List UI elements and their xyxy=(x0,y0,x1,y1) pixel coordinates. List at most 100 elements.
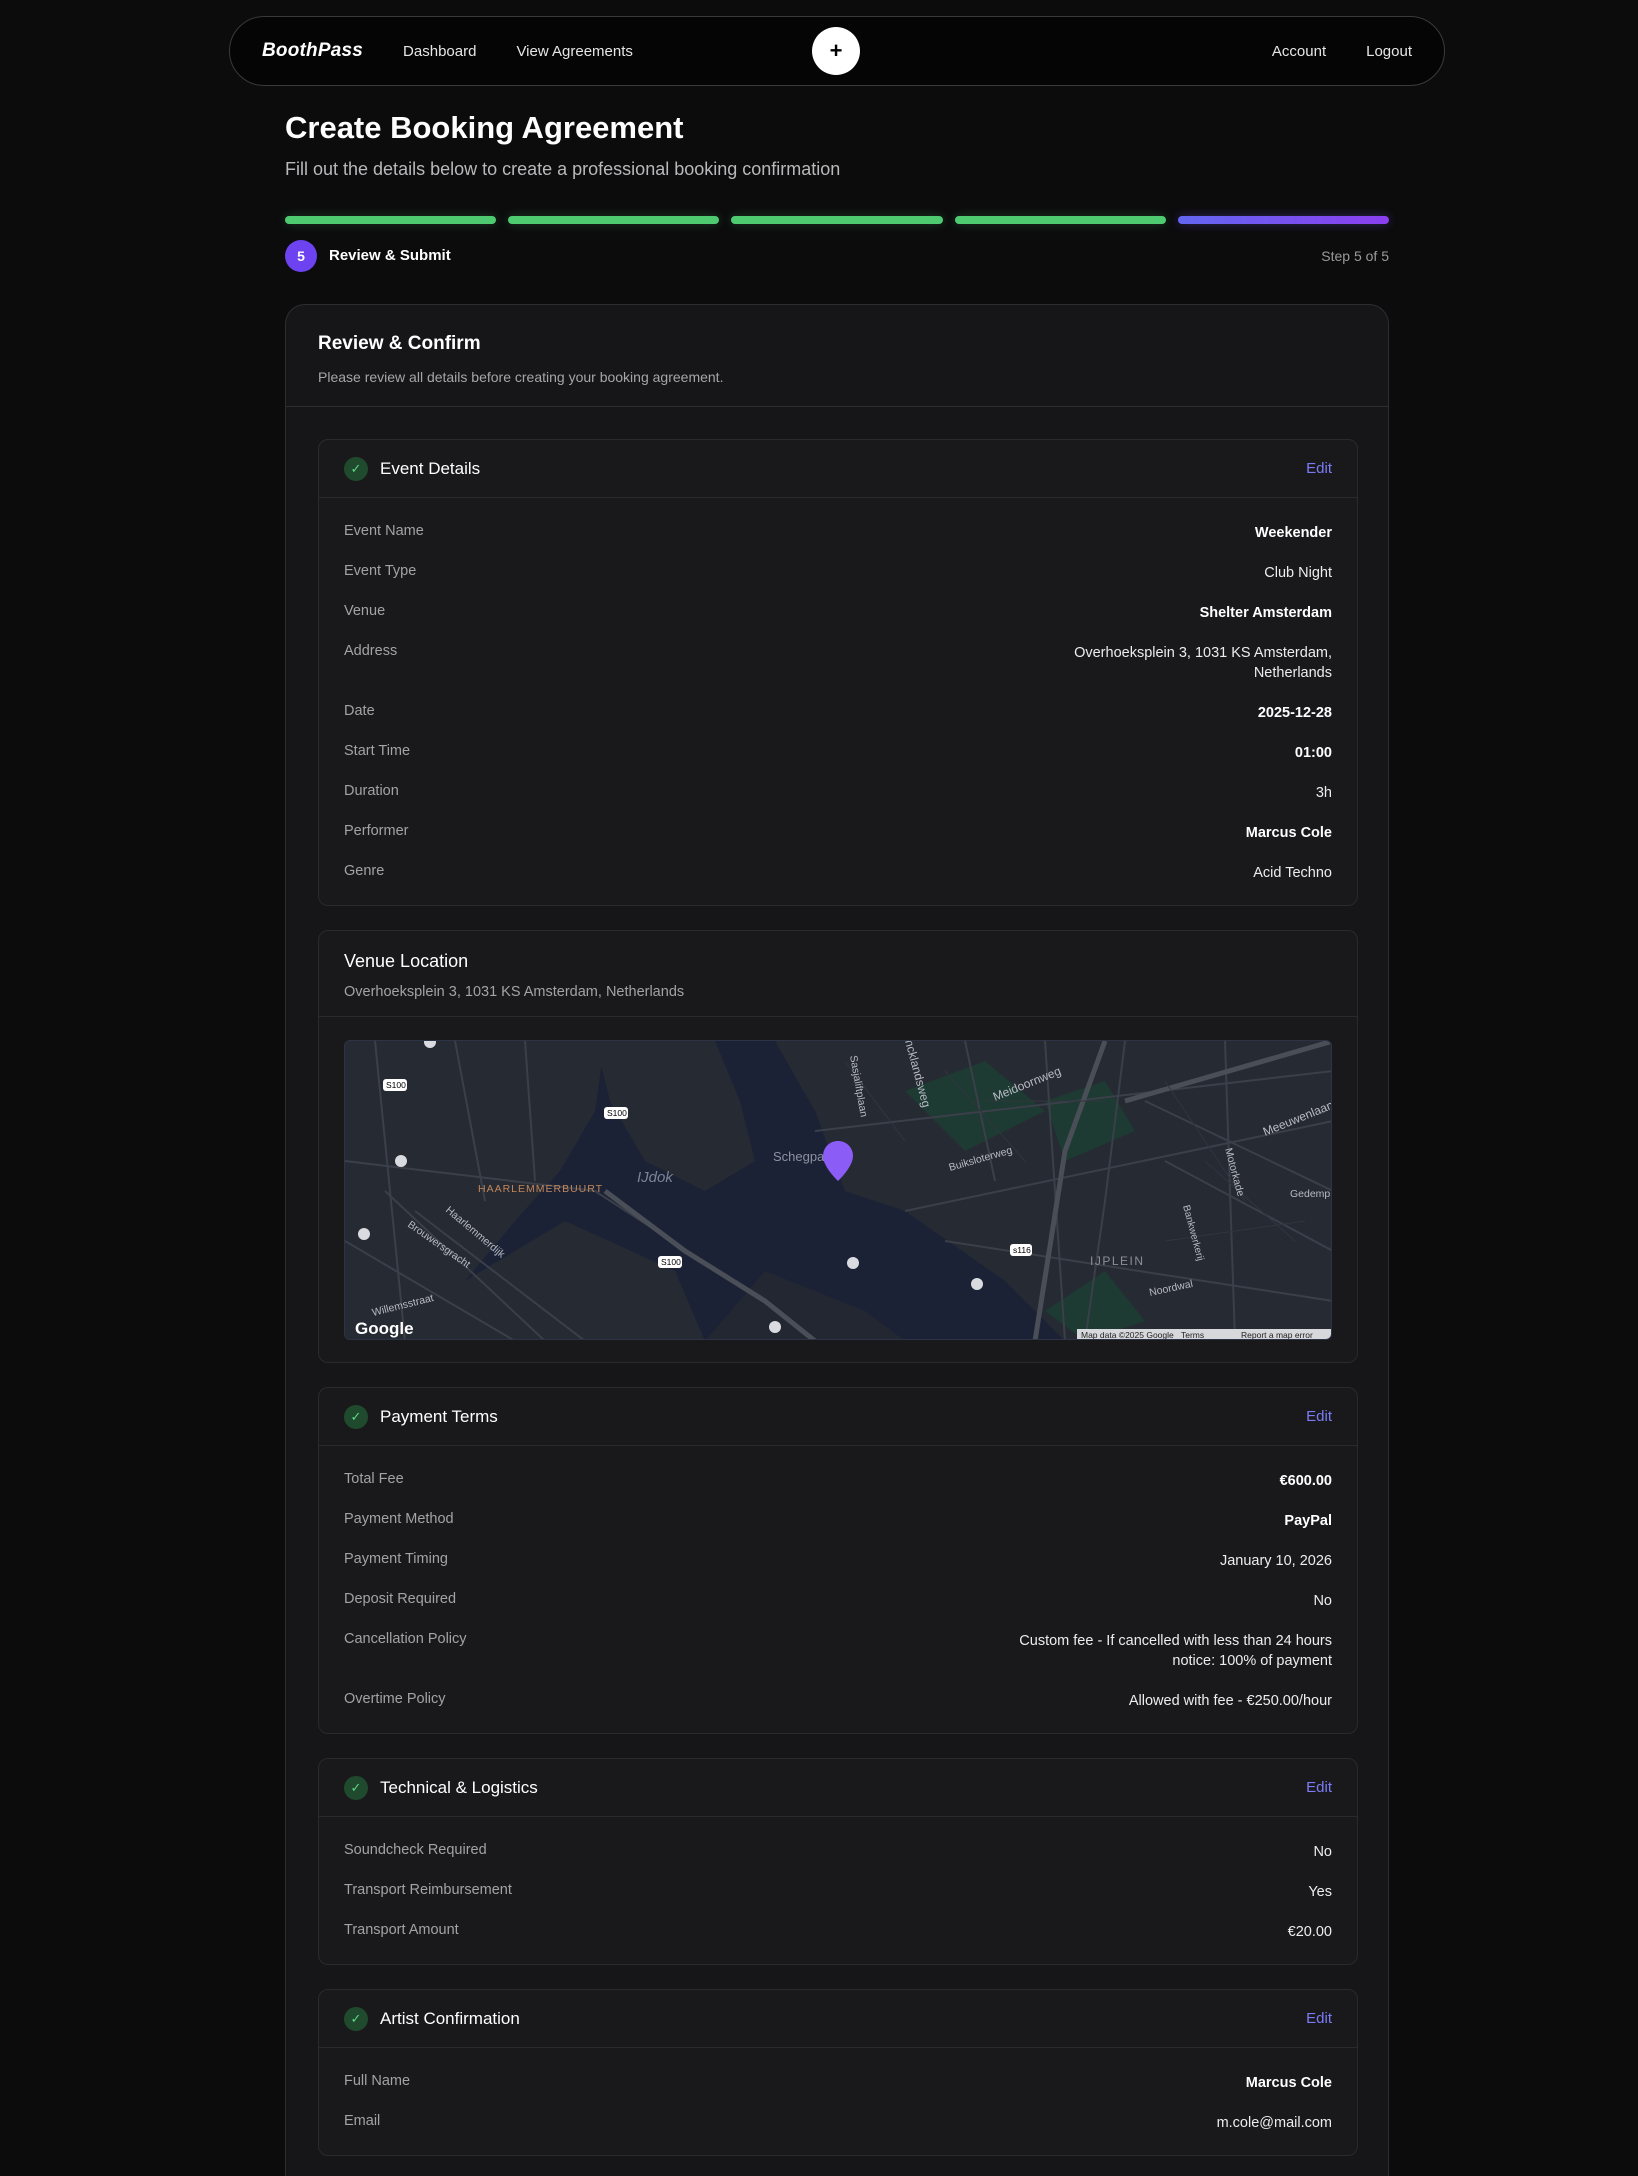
map-report-error-link[interactable]: Report a map error xyxy=(1241,1330,1313,1340)
nav-account-link[interactable]: Account xyxy=(1272,43,1326,60)
row-value: Overhoeksplein 3, 1031 KS Amsterdam, Net… xyxy=(1074,645,1332,681)
map-label: IJdok xyxy=(637,1169,674,1186)
row-value: Club Night xyxy=(1264,565,1332,581)
detail-row: Duration 3h xyxy=(344,774,1332,814)
detail-row: Address Overhoeksplein 3, 1031 KS Amsterd… xyxy=(344,634,1332,694)
detail-row: Venue Shelter Amsterdam xyxy=(344,594,1332,634)
nav-view-agreements-link[interactable]: View Agreements xyxy=(516,43,632,60)
review-title: Review & Confirm xyxy=(318,333,481,354)
row-label: Start Time xyxy=(344,743,411,759)
venue-location-section: Venue Location Overhoeksplein 3, 1031 KS… xyxy=(318,930,1358,1363)
section-title: Venue Location xyxy=(344,951,469,971)
payment-terms-section: ✓ Payment Terms Edit Total Fee €600.00 Pa… xyxy=(318,1387,1358,1734)
row-label: Transport Reimbursement xyxy=(344,1882,512,1898)
road-shield: S100 xyxy=(661,1257,681,1267)
row-label: Payment Method xyxy=(344,1511,454,1527)
road-shield: s116 xyxy=(1013,1245,1031,1255)
edit-event-details-button[interactable]: Edit xyxy=(1306,460,1332,477)
row-label: Cancellation Policy xyxy=(344,1631,467,1647)
row-value: 01:00 xyxy=(1294,745,1332,761)
nav-dashboard-link[interactable]: Dashboard xyxy=(403,43,476,60)
row-label: Genre xyxy=(344,863,385,879)
map-label: Gedemp xyxy=(1290,1188,1330,1200)
row-label: Deposit Required xyxy=(344,1591,457,1607)
progress-segment-2 xyxy=(508,216,720,224)
map-canvas[interactable]: HAARLEMMERBUURT IJdok Schegpark IJPLEIN … xyxy=(345,1041,1332,1340)
row-value: €600.00 xyxy=(1279,1473,1332,1489)
row-value: Yes xyxy=(1308,1884,1332,1900)
row-value: No xyxy=(1313,1593,1332,1609)
row-label: Overtime Policy xyxy=(344,1691,446,1707)
road-shield: S100 xyxy=(386,1080,406,1090)
row-value: No xyxy=(1313,1844,1332,1860)
row-label: Performer xyxy=(344,823,409,839)
row-label: Date xyxy=(344,703,375,719)
row-label: Duration xyxy=(344,783,399,799)
detail-row: Payment Timing January 10, 2026 xyxy=(344,1542,1332,1582)
nav-logout-link[interactable]: Logout xyxy=(1366,43,1412,60)
detail-row: Cancellation Policy Custom fee - If cance… xyxy=(344,1622,1332,1682)
edit-artist-button[interactable]: Edit xyxy=(1306,2010,1332,2027)
brand-logo[interactable]: BoothPass xyxy=(262,40,363,62)
step-progress-bar xyxy=(285,216,1390,224)
row-label: Full Name xyxy=(344,2073,411,2089)
map-terms-link[interactable]: Terms xyxy=(1181,1330,1204,1340)
detail-row: Transport Reimbursement Yes xyxy=(344,1873,1332,1913)
step-label: Review & Submit xyxy=(329,247,451,264)
check-icon: ✓ xyxy=(344,1775,368,1800)
edit-payment-terms-button[interactable]: Edit xyxy=(1306,1408,1332,1425)
row-label: Address xyxy=(344,643,398,659)
google-logo: Google xyxy=(355,1319,414,1338)
progress-segment-5 xyxy=(1177,216,1390,224)
review-subtitle: Please review all details before creatin… xyxy=(318,369,724,385)
review-card: Review & Confirm Please review all detai… xyxy=(285,304,1389,2176)
technical-logistics-section: ✓ Technical & Logistics Edit Soundcheck … xyxy=(318,1758,1358,1965)
detail-row: Event Name Weekender xyxy=(344,514,1332,554)
progress-segment-4 xyxy=(954,216,1166,224)
detail-row: Performer Marcus Cole xyxy=(344,814,1332,854)
detail-row: Transport Amount €20.00 xyxy=(344,1913,1332,1953)
page-title: Create Booking Agreement xyxy=(285,110,684,145)
detail-row: Total Fee €600.00 xyxy=(344,1462,1332,1502)
progress-segment-3 xyxy=(731,216,943,224)
map-attribution: Map data ©2025 Google xyxy=(1081,1330,1174,1340)
row-value: Custom fee - If cancelled with less than… xyxy=(1019,1633,1332,1669)
create-new-button[interactable]: + xyxy=(812,27,860,75)
artist-confirmation-section: ✓ Artist Confirmation Edit Full Name Marc… xyxy=(318,1989,1358,2156)
detail-row: Payment Method PayPal xyxy=(344,1502,1332,1542)
detail-row: Email m.cole@mail.com xyxy=(344,2104,1332,2144)
row-label: Soundcheck Required xyxy=(344,1842,487,1858)
row-label: Transport Amount xyxy=(344,1922,459,1938)
road-shield: S100 xyxy=(607,1108,627,1118)
progress-segment-1 xyxy=(285,216,497,224)
edit-technical-button[interactable]: Edit xyxy=(1306,1779,1332,1796)
venue-address: Overhoeksplein 3, 1031 KS Amsterdam, Net… xyxy=(344,984,685,1000)
detail-row: Date 2025-12-28 xyxy=(344,694,1332,734)
row-label: Event Name xyxy=(344,523,424,539)
row-value: 2025-12-28 xyxy=(1257,705,1332,721)
row-value: Allowed with fee - €250.00/hour xyxy=(1128,1693,1332,1709)
row-value: Weekender xyxy=(1254,525,1332,541)
row-label: Venue xyxy=(344,603,386,619)
event-details-section: ✓ Event Details Edit Event Name Weekender… xyxy=(318,439,1358,906)
detail-row: Soundcheck Required No xyxy=(344,1833,1332,1873)
row-value: m.cole@mail.com xyxy=(1216,2115,1332,2131)
detail-row: Full Name Marcus Cole xyxy=(344,2064,1332,2104)
section-title: Payment Terms xyxy=(380,1406,498,1426)
detail-row: Genre Acid Techno xyxy=(344,854,1332,894)
row-value: Marcus Cole xyxy=(1245,825,1332,841)
row-label: Total Fee xyxy=(344,1471,404,1487)
venue-map[interactable]: HAARLEMMERBUURT IJdok Schegpark IJPLEIN … xyxy=(344,1040,1332,1340)
check-icon: ✓ xyxy=(344,1404,368,1429)
row-value: PayPal xyxy=(1284,1513,1332,1529)
row-value: €20.00 xyxy=(1287,1924,1332,1940)
row-value: Marcus Cole xyxy=(1245,2075,1332,2091)
detail-row: Start Time 01:00 xyxy=(344,734,1332,774)
step-count: Step 5 of 5 xyxy=(1321,248,1389,264)
map-label: HAARLEMMERBUURT xyxy=(478,1183,603,1195)
check-icon: ✓ xyxy=(344,456,368,481)
detail-row: Event Type Club Night xyxy=(344,554,1332,594)
row-value: Acid Techno xyxy=(1253,865,1332,881)
detail-row: Overtime Policy Allowed with fee - €250.0… xyxy=(344,1682,1332,1722)
row-label: Payment Timing xyxy=(344,1551,448,1567)
